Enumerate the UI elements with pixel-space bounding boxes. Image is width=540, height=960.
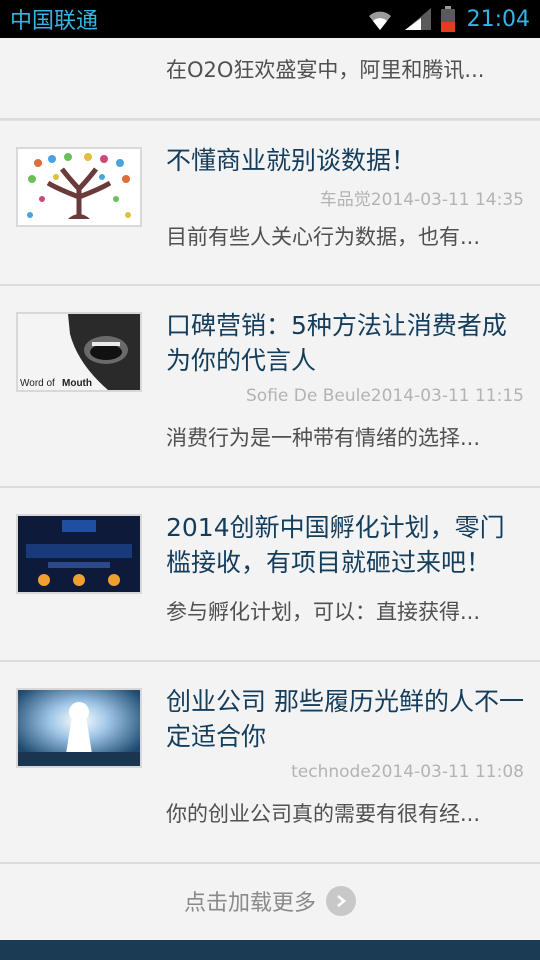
article-title: 不懂商业就别谈数据！ (166, 146, 417, 175)
article-meta: 车品觉2014-03-11 14:35 (319, 190, 524, 210)
signal-icon (404, 8, 431, 30)
word-of-mouth-image: Word of Mouth (18, 314, 140, 390)
svg-text:Mouth: Mouth (62, 378, 92, 389)
bottom-bar (0, 940, 540, 960)
wifi-icon (368, 11, 391, 30)
article-item[interactable]: 2014创新中国孵化计划，零门槛接收，有项目就砸过来吧！ 参与孵化计划，可以：直… (0, 488, 540, 662)
load-more-button[interactable]: 点击加载更多 (0, 864, 540, 938)
article-item[interactable]: Word of Mouth 口碑营销：5种方法让消费者成为你的代言人 Sofie… (0, 286, 540, 488)
article-thumbnail: Word of Mouth (16, 312, 142, 392)
status-bar: 中国联通 21:04 (0, 0, 540, 38)
svg-text:Word of: Word of (20, 378, 55, 389)
incubation-banner-image (18, 516, 140, 592)
load-more-label: 点击加载更多 (183, 891, 316, 916)
chevron-right-icon (326, 886, 356, 916)
status-icons: 21:04 (365, 6, 530, 32)
article-title: 创业公司 那些履历光鲜的人不一定适合你 (166, 687, 524, 751)
article-item[interactable]: 不懂商业就别谈数据！ 车品觉2014-03-11 14:35 目前有些人关心行为… (0, 120, 540, 286)
article-summary: 在O2O狂欢盛宴中，阿里和腾讯... (166, 58, 485, 82)
article-summary: 参与孵化计划，可以：直接获得... (166, 600, 481, 624)
article-item[interactable]: 在O2O狂欢盛宴中，阿里和腾讯... (0, 38, 540, 120)
article-title: 2014创新中国孵化计划，零门槛接收，有项目就砸过来吧！ (166, 513, 505, 577)
clock: 21:04 (466, 6, 530, 32)
article-thumbnail (16, 688, 142, 768)
article-meta: technode2014-03-11 11:08 (291, 762, 524, 782)
article-thumbnail (16, 147, 142, 227)
data-tree-icon (18, 149, 140, 225)
article-summary: 你的创业公司真的需要有很有经... (166, 802, 481, 826)
article-item[interactable]: 创业公司 那些履历光鲜的人不一定适合你 technode2014-03-11 1… (0, 662, 540, 864)
battery-icon (440, 6, 455, 32)
article-summary: 消费行为是一种带有情绪的选择... (166, 426, 481, 450)
article-summary: 目前有些人关心行为数据，也有... (166, 225, 481, 249)
keyhole-image (18, 690, 140, 766)
article-meta: Sofie De Beule2014-03-11 11:15 (246, 386, 524, 406)
carrier-label: 中国联通 (10, 9, 99, 34)
article-thumbnail (16, 514, 142, 594)
article-title: 口碑营销：5种方法让消费者成为你的代言人 (166, 311, 507, 375)
